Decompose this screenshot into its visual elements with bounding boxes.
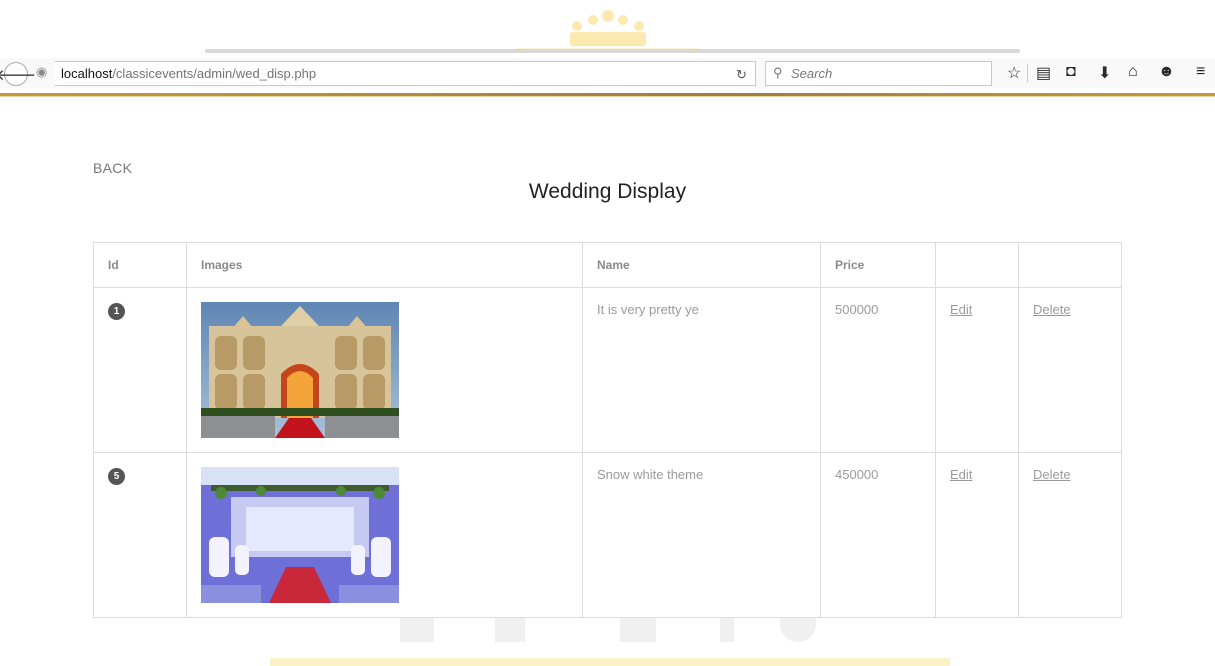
cell-image xyxy=(186,287,583,453)
watermark-letter xyxy=(400,618,434,642)
reload-icon[interactable]: ↻ xyxy=(736,67,747,83)
browser-back-button[interactable]: 🡐 xyxy=(0,62,36,86)
cell-price: 450000 xyxy=(820,452,936,618)
wedding-image-snow-white-stage xyxy=(201,467,399,603)
header-edit xyxy=(935,242,1019,288)
site-identity-icon[interactable]: ◉ xyxy=(36,65,50,79)
toolbar-separator xyxy=(1027,64,1028,82)
browser-toolbar: 🡐 ◉ localhost/classicevents/admin/wed_di… xyxy=(0,58,1215,88)
header-images: Images xyxy=(186,242,583,288)
cell-image xyxy=(186,452,583,618)
edit-link[interactable]: Edit xyxy=(950,302,972,317)
header-price: Price xyxy=(820,242,936,288)
header-gold-line-shadow xyxy=(0,96,1215,97)
watermark-letter xyxy=(720,618,734,642)
browser-tab-strip xyxy=(205,49,1020,53)
delete-link[interactable]: Delete xyxy=(1033,302,1071,317)
table-row: 1 It is very pretty ye 500000 Edit Delet… xyxy=(93,287,1122,453)
delete-link[interactable]: Delete xyxy=(1033,467,1071,482)
cell-name: Snow white theme xyxy=(582,452,821,618)
pocket-icon[interactable]: ◘ xyxy=(1066,63,1076,81)
back-link[interactable]: BACK xyxy=(93,160,132,176)
cell-edit: Edit xyxy=(935,452,1019,618)
download-icon[interactable]: ⬇ xyxy=(1098,63,1111,83)
home-icon[interactable]: ⌂ xyxy=(1128,63,1138,81)
edit-link[interactable]: Edit xyxy=(950,467,972,482)
url-text: localhost/classicevents/admin/wed_disp.p… xyxy=(61,66,317,81)
bookmark-star-icon[interactable]: ☆ xyxy=(1007,63,1021,83)
id-badge: 5 xyxy=(108,468,125,485)
search-input[interactable]: ⚲ Search xyxy=(765,61,992,86)
cell-price: 500000 xyxy=(820,287,936,453)
table-header-row: Id Images Name Price xyxy=(93,242,1122,288)
cell-delete: Delete xyxy=(1018,452,1122,618)
menu-icon[interactable]: ≡ xyxy=(1196,63,1205,81)
header-delete xyxy=(1018,242,1122,288)
search-icon: ⚲ xyxy=(773,65,783,80)
cell-delete: Delete xyxy=(1018,287,1122,453)
cell-id: 1 xyxy=(93,287,187,453)
watermark-letter xyxy=(495,618,525,642)
cell-id: 5 xyxy=(93,452,187,618)
header-id: Id xyxy=(93,242,187,288)
watermark-letter xyxy=(780,618,816,642)
reading-list-icon[interactable]: ▤ xyxy=(1036,63,1051,83)
chat-icon[interactable]: ☻ xyxy=(1158,63,1175,81)
search-placeholder: Search xyxy=(791,66,833,81)
wedding-image-palace-gate xyxy=(201,302,399,438)
watermark-letter xyxy=(620,618,656,642)
events-watermark xyxy=(400,618,820,646)
page-title: Wedding Display xyxy=(528,180,687,203)
id-badge: 1 xyxy=(108,303,125,320)
cell-name: It is very pretty ye xyxy=(582,287,821,453)
footer-gold-stripe xyxy=(270,658,950,666)
header-name: Name xyxy=(582,242,821,288)
cell-edit: Edit xyxy=(935,287,1019,453)
arrow-left-icon: 🡐 xyxy=(0,66,37,84)
crown-watermark-logo xyxy=(515,10,700,52)
wedding-table: Id Images Name Price 1 It is very pretty… xyxy=(93,242,1122,618)
table-row: 5 Snow white theme 450000 Edit Delete xyxy=(93,452,1122,618)
url-bar[interactable]: localhost/classicevents/admin/wed_disp.p… xyxy=(55,61,756,86)
